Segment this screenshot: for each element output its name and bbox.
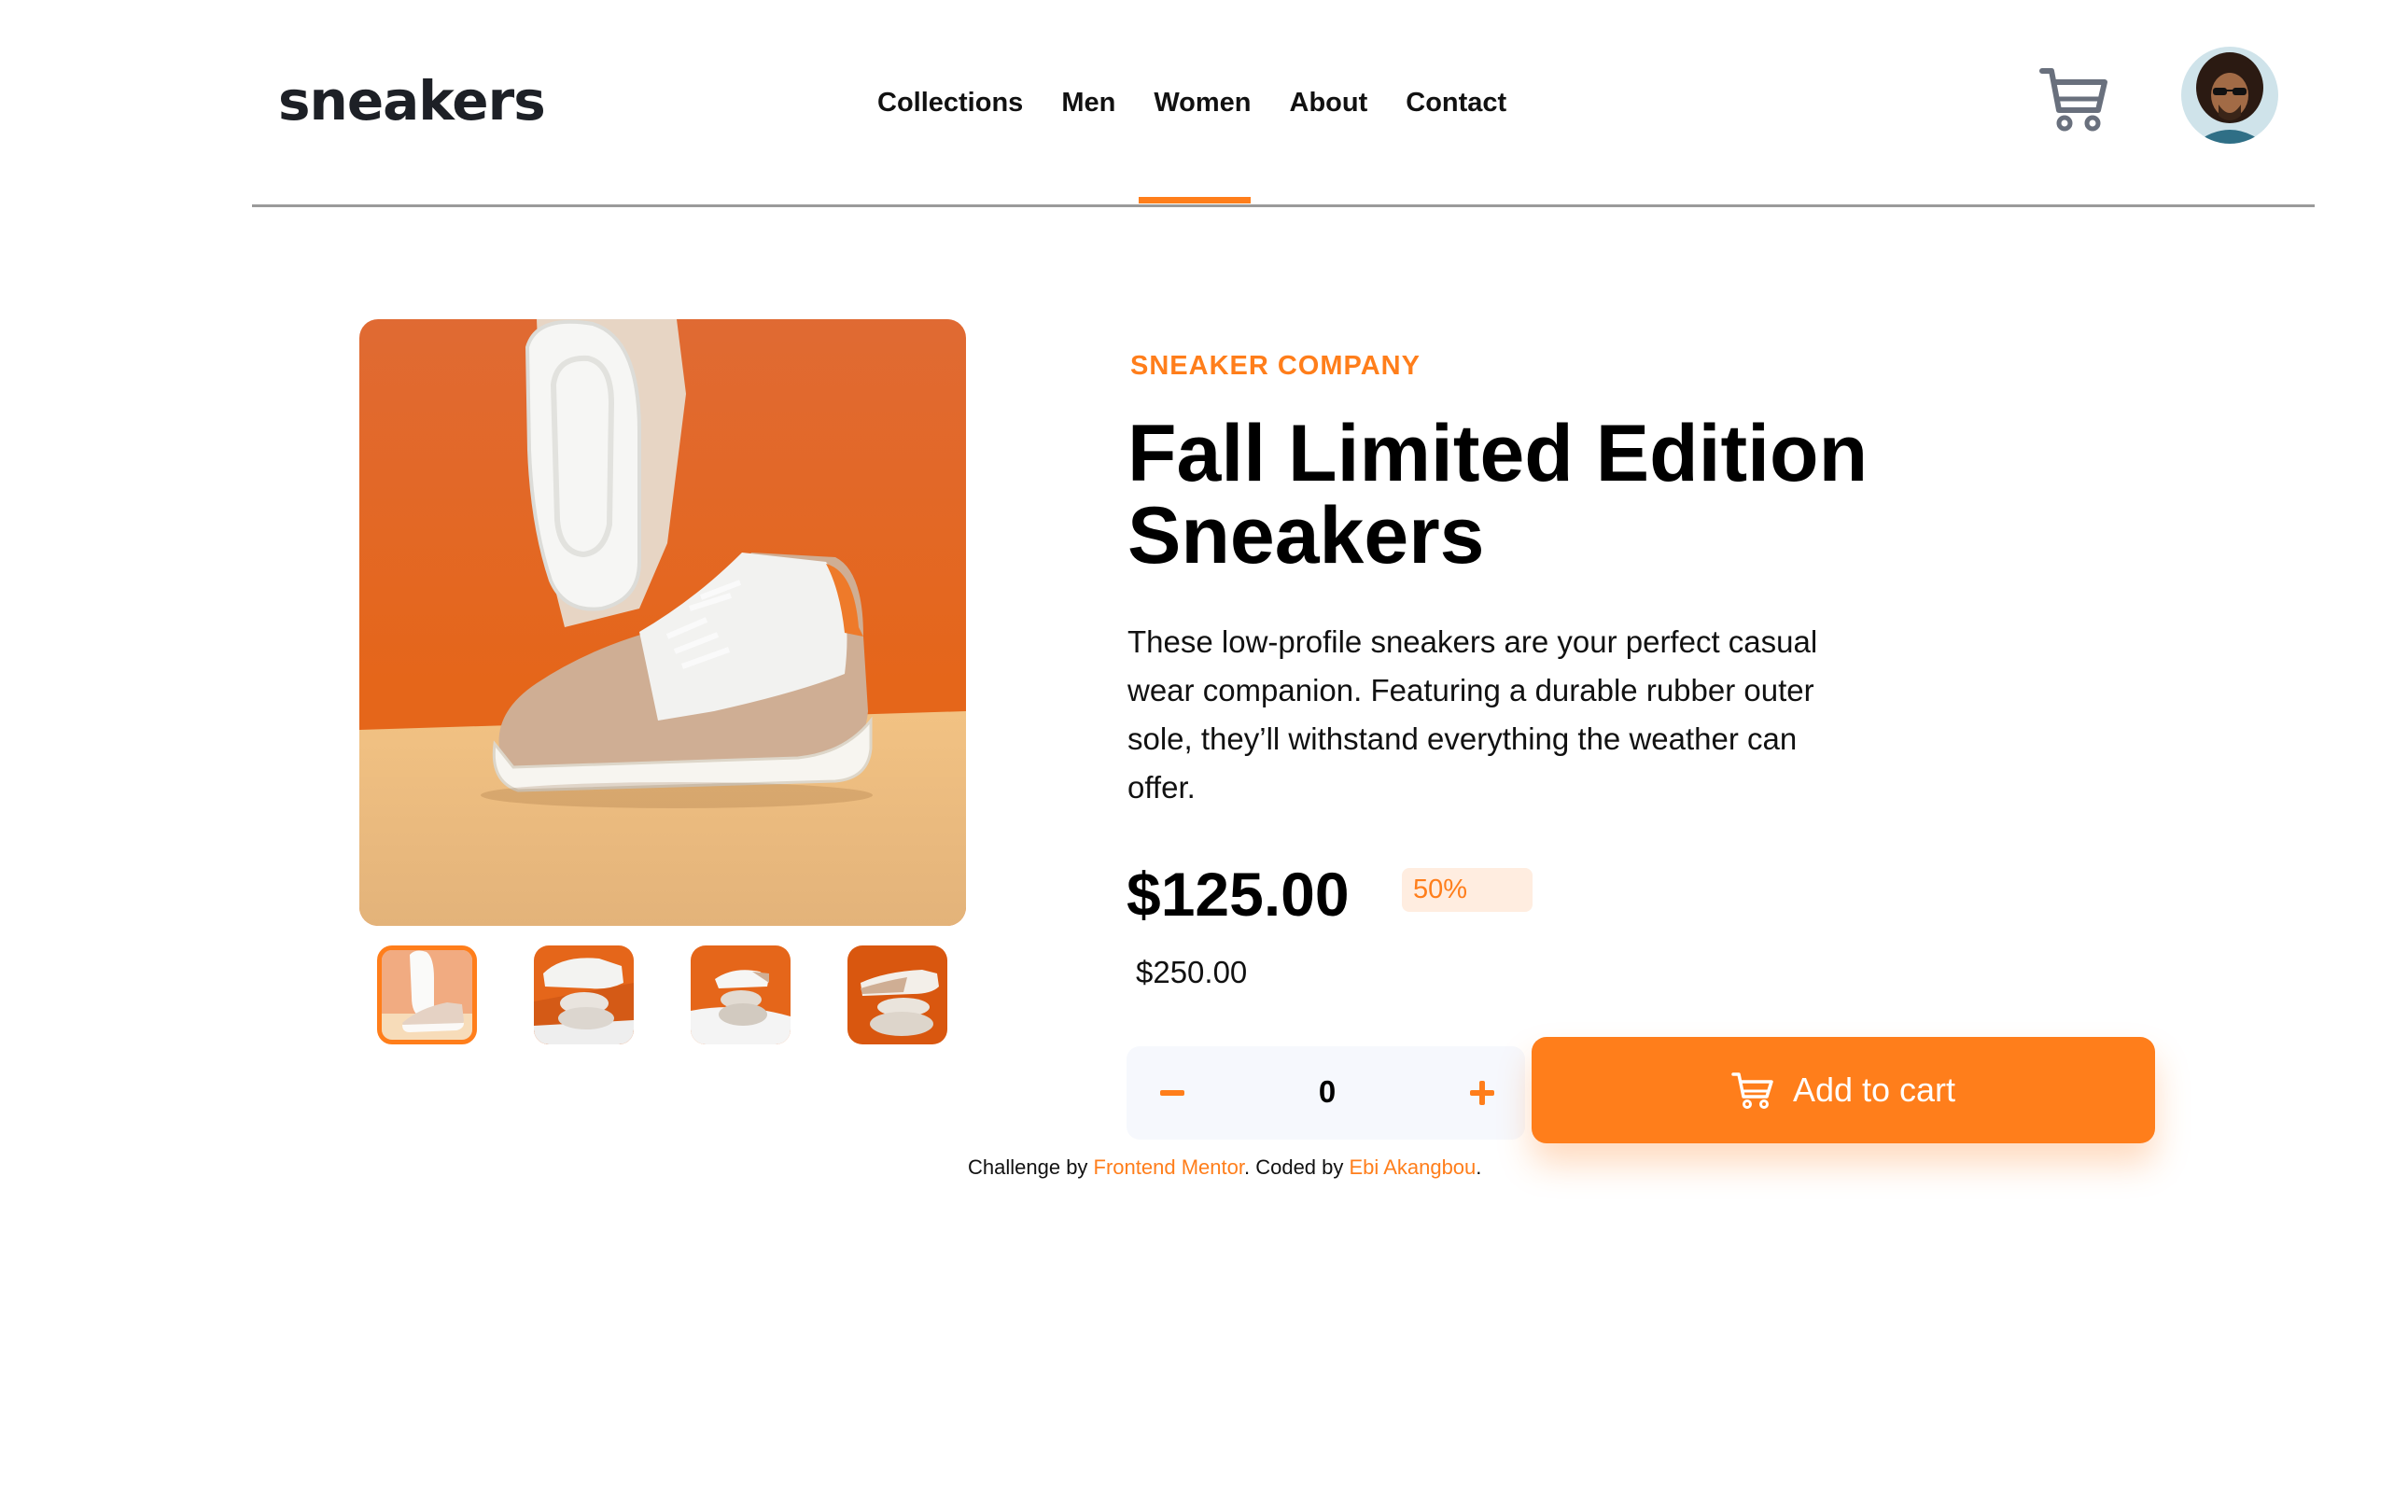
nav-item-about[interactable]: About xyxy=(1290,88,1368,119)
thumbnail-image-1 xyxy=(382,950,472,1040)
thumbnail-2[interactable] xyxy=(534,945,634,1044)
company-label: SNEAKER COMPANY xyxy=(1130,351,1421,381)
author-link[interactable]: Ebi Akangbou xyxy=(1350,1155,1477,1179)
quantity-stepper: 0 xyxy=(1127,1046,1525,1140)
plus-icon[interactable] xyxy=(1463,1072,1504,1113)
cart-button[interactable] xyxy=(2037,62,2111,136)
thumbnail-1[interactable] xyxy=(377,945,477,1044)
sneaker-photo xyxy=(359,319,966,926)
thumbnail-image-4 xyxy=(847,945,947,1044)
user-avatar[interactable] xyxy=(2181,47,2278,144)
add-to-cart-label: Add to cart xyxy=(1792,1071,1956,1109)
attribution-middle: . Coded by xyxy=(1243,1155,1350,1179)
thumbnail-4[interactable] xyxy=(847,945,947,1044)
quantity-value: 0 xyxy=(1318,1074,1337,1109)
nav-item-men[interactable]: Men xyxy=(1061,88,1115,119)
cart-icon xyxy=(1731,1072,1773,1109)
thumbnail-3[interactable] xyxy=(691,945,791,1044)
nav-item-collections[interactable]: Collections xyxy=(877,88,1023,119)
minus-icon[interactable] xyxy=(1155,1072,1196,1113)
nav-item-contact[interactable]: Contact xyxy=(1406,88,1506,119)
main-nav: Collections Men Women About Contact xyxy=(877,88,1506,119)
thumbnail-image-2 xyxy=(534,945,634,1044)
attribution-prefix: Challenge by xyxy=(968,1155,1094,1179)
thumbnail-image-3 xyxy=(691,945,791,1044)
avatar-icon xyxy=(2181,47,2278,144)
current-price: $125.00 xyxy=(1127,860,1350,929)
product-description: These low-profile sneakers are your perf… xyxy=(1127,624,1818,805)
product-main-image[interactable] xyxy=(359,319,966,926)
discount-badge: 50% xyxy=(1402,868,1533,912)
active-nav-indicator xyxy=(1139,197,1251,203)
product-title: Fall Limited Edition Sneakers xyxy=(1127,409,1869,581)
logo[interactable]: sneakers xyxy=(278,69,546,133)
attribution: Challenge by Frontend Mentor. Coded by E… xyxy=(968,1155,1481,1180)
attribution-suffix: . xyxy=(1476,1155,1482,1179)
site-header: sneakers Collections Men Women About Con… xyxy=(252,0,2315,207)
frontend-mentor-link[interactable]: Frontend Mentor xyxy=(1094,1155,1244,1179)
add-to-cart-button[interactable]: Add to cart xyxy=(1532,1037,2155,1143)
cart-icon xyxy=(2039,68,2107,132)
thumbnail-strip xyxy=(377,945,948,1044)
nav-item-women[interactable]: Women xyxy=(1154,88,1251,119)
original-price: $250.00 xyxy=(1136,955,1248,989)
